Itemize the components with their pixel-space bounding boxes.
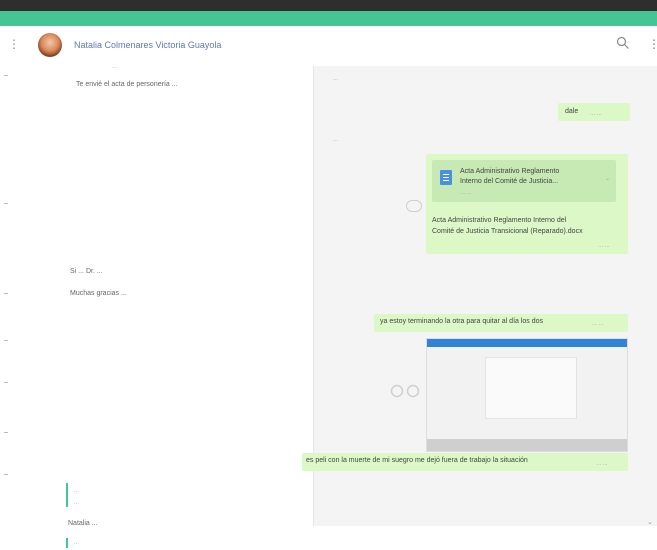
message-text: Te envié el acta de personería ...: [76, 81, 178, 88]
window-top-bar: [0, 0, 657, 11]
reply-quote-bar: [66, 538, 68, 548]
reply-author: Natalia ...: [68, 520, 98, 527]
app-accent-bar: [0, 11, 657, 26]
message-text: ya estoy terminando la otra para quitar …: [380, 318, 544, 325]
edge-mark: [4, 340, 8, 341]
reply-quote-text: ...: [74, 488, 80, 494]
document-title: Acta Administrativo Reglamento: [460, 168, 560, 175]
document-caption: Acta Administrativo Reglamento Interno d…: [432, 217, 567, 224]
forward-icon[interactable]: [390, 384, 422, 398]
message-time: ...: [112, 64, 118, 70]
message-time: ... ...: [592, 321, 604, 327]
more-options-icon[interactable]: ⋮: [648, 37, 657, 51]
image-attachment[interactable]: [426, 338, 628, 452]
edge-mark: [4, 382, 8, 383]
contact-name[interactable]: Natalia Colmenares Victoria Guayola: [74, 40, 221, 50]
forward-icon[interactable]: [406, 200, 422, 212]
document-title: Interno del Comité de Justicia...: [460, 178, 559, 185]
reply-quote-text: ...: [74, 540, 80, 546]
scroll-down-icon[interactable]: ⌄: [647, 518, 653, 526]
search-icon[interactable]: [616, 36, 630, 50]
document-icon: [440, 170, 452, 185]
document-caption: Comité de Justicia Transicional (Reparad…: [432, 228, 583, 235]
download-icon[interactable]: ⌄: [605, 175, 610, 182]
image-document-preview: [485, 357, 577, 419]
side-menu-icon[interactable]: ⋮: [8, 37, 20, 51]
edge-mark: [4, 432, 8, 433]
image-header-strip: [427, 339, 627, 347]
reply-quote-bar: [66, 483, 68, 507]
left-pane: [0, 66, 313, 526]
edge-mark: [4, 75, 8, 76]
message-time: ...: [333, 137, 339, 143]
message-time: ... ...: [598, 243, 610, 249]
message-time: ... ...: [590, 111, 602, 117]
message-text: Muchas gracias ...: [70, 290, 127, 297]
reply-quote-text: ...: [74, 500, 80, 506]
message-time: ...: [333, 76, 339, 82]
message-text: es peli con la muerte de mi suegro me de…: [306, 457, 528, 464]
edge-mark: [4, 474, 8, 475]
message-text: Si ... Dr. ...: [70, 268, 103, 275]
contact-avatar[interactable]: [38, 33, 62, 57]
message-text: dale: [565, 108, 579, 115]
message-time: ... ...: [596, 461, 608, 467]
document-meta: ... ...: [460, 190, 472, 196]
edge-mark: [4, 203, 8, 204]
edge-mark: [4, 293, 8, 294]
image-footer-strip: [427, 439, 627, 451]
